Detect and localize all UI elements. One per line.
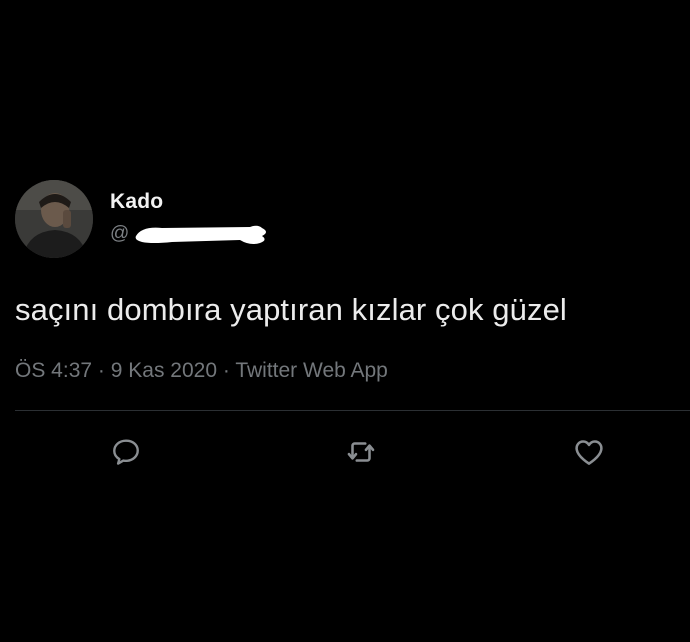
tweet-date[interactable]: 9 Kas 2020 <box>111 359 217 382</box>
tweet-meta: ÖS 4:37 · 9 Kas 2020 · Twitter Web App <box>15 359 388 383</box>
tweet-time[interactable]: ÖS 4:37 <box>15 359 92 382</box>
divider <box>15 410 690 411</box>
meta-separator: · <box>222 359 230 382</box>
author-handle[interactable]: @ <box>110 223 129 245</box>
like-button[interactable] <box>571 434 607 470</box>
tweet-card: Kado @ saçını dombıra yaptıran kızlar ço… <box>0 0 690 642</box>
reply-icon <box>113 439 139 465</box>
reply-button[interactable] <box>108 434 144 470</box>
avatar[interactable] <box>15 180 93 258</box>
avatar-photo <box>15 180 93 258</box>
author-display-name[interactable]: Kado <box>110 190 163 214</box>
tweet-text: saçını dombıra yaptıran kızlar çok güzel <box>15 292 567 327</box>
redaction-scribble <box>135 225 266 244</box>
heart-icon <box>575 440 603 465</box>
meta-separator: · <box>97 359 105 382</box>
retweet-icon <box>347 442 375 462</box>
tweet-source[interactable]: Twitter Web App <box>235 359 388 382</box>
retweet-button[interactable] <box>343 434 379 470</box>
